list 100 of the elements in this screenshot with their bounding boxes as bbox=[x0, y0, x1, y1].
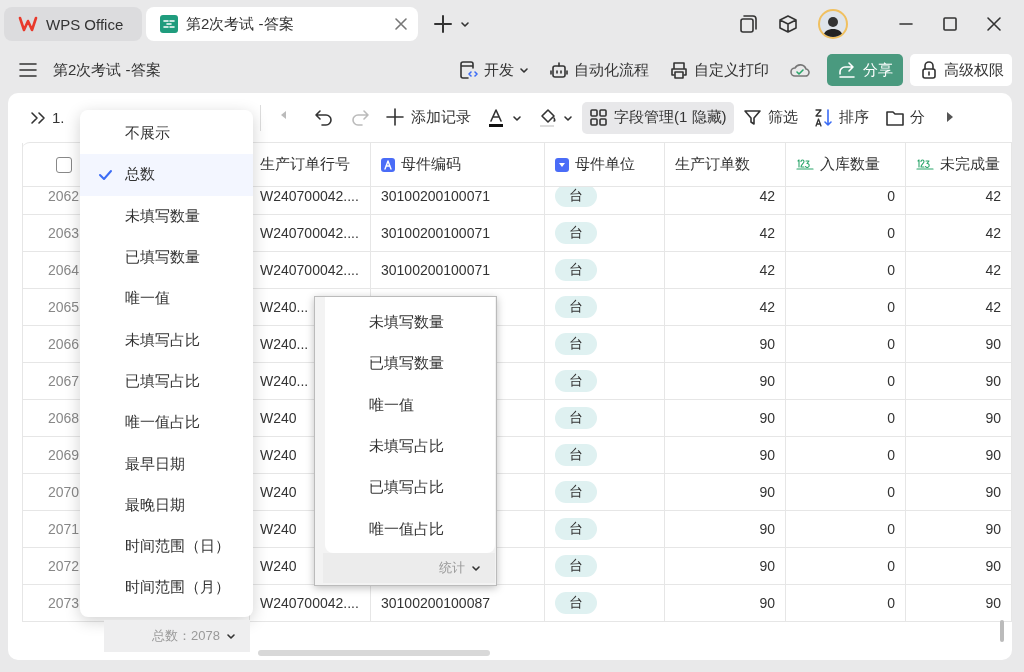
logo-icon bbox=[18, 15, 38, 33]
select-all-checkbox[interactable] bbox=[56, 156, 72, 173]
table-cell: W240700042.... bbox=[260, 262, 359, 278]
table-cell: 0 bbox=[887, 521, 895, 537]
table-cell: W240... bbox=[260, 336, 309, 352]
option-tag: 台 bbox=[555, 555, 597, 577]
caret-icon bbox=[519, 65, 529, 75]
menu-item[interactable]: 已填写数量 bbox=[325, 343, 495, 385]
table-cell: 0 bbox=[887, 188, 895, 204]
menu-item[interactable]: 时间范围（日） bbox=[80, 525, 253, 568]
menu-item[interactable]: 不展示 bbox=[80, 113, 253, 155]
menu-item[interactable]: 唯一值占比 bbox=[325, 508, 495, 550]
row-number: 2068 bbox=[48, 410, 80, 426]
table-cell: 0 bbox=[887, 336, 895, 352]
table-cell: W240... bbox=[260, 299, 309, 315]
column-header[interactable]: 母件编码 bbox=[371, 143, 545, 186]
table-cell: 90 bbox=[759, 484, 775, 500]
tab[interactable]: WPS Office bbox=[4, 7, 142, 41]
toolbar-button[interactable]: 自动化流程 bbox=[549, 60, 649, 80]
toolbar-button[interactable]: 自定义打印 bbox=[669, 60, 769, 80]
table-cell: 0 bbox=[887, 558, 895, 574]
menu-item[interactable]: 总数 bbox=[80, 154, 253, 196]
menu-item[interactable]: 唯一值占比 bbox=[80, 402, 253, 444]
table-cell: 0 bbox=[887, 262, 895, 278]
table-cell: 30100200100087 bbox=[381, 595, 490, 611]
menu-icon[interactable] bbox=[19, 62, 37, 78]
row-number: 2062 bbox=[48, 188, 80, 204]
table-cell: W240700042.... bbox=[260, 188, 359, 204]
menu-item[interactable]: 未填写数量 bbox=[325, 302, 495, 344]
robot-icon bbox=[549, 61, 569, 79]
table-cell: 0 bbox=[887, 484, 895, 500]
scrollbar[interactable] bbox=[258, 650, 490, 656]
table-cell: 90 bbox=[759, 558, 775, 574]
table-cell: 0 bbox=[887, 447, 895, 463]
menu-item[interactable]: 唯一值 bbox=[80, 278, 253, 320]
window-copy-icon[interactable] bbox=[739, 14, 758, 34]
table-cell: W240 bbox=[260, 447, 297, 463]
toolbar-button[interactable]: 开发 bbox=[459, 60, 529, 80]
table-cell: 42 bbox=[985, 188, 1001, 204]
caret-icon[interactable] bbox=[460, 19, 470, 29]
option-tag: 台 bbox=[555, 481, 597, 503]
table-cell: 42 bbox=[759, 188, 775, 204]
menu-item[interactable]: 未填写占比 bbox=[80, 319, 253, 361]
number-field-icon bbox=[796, 157, 814, 172]
close-icon[interactable] bbox=[986, 16, 1002, 32]
share-icon bbox=[837, 61, 857, 79]
scrollbar[interactable] bbox=[1000, 620, 1004, 642]
option-tag: 台 bbox=[555, 444, 597, 466]
menu-item[interactable]: 最晚日期 bbox=[80, 484, 253, 526]
menu-item[interactable]: 已填写占比 bbox=[325, 467, 495, 509]
table-cell: 90 bbox=[759, 410, 775, 426]
table-cell: 90 bbox=[985, 595, 1001, 611]
add-tab-icon[interactable] bbox=[434, 15, 452, 33]
menu-item[interactable]: 未填写占比 bbox=[325, 425, 495, 468]
table-cell: 90 bbox=[985, 484, 1001, 500]
permissions-button[interactable]: 高级权限 bbox=[910, 54, 1012, 86]
maximize-icon[interactable] bbox=[942, 16, 958, 32]
table-cell: 42 bbox=[985, 225, 1001, 241]
menu-item[interactable]: 唯一值 bbox=[325, 384, 495, 426]
close-icon[interactable] bbox=[394, 17, 408, 31]
text-field-icon bbox=[381, 157, 395, 172]
toolbar-button[interactable]: 添加记录 bbox=[379, 101, 478, 134]
toolbar-button[interactable]: 筛选 bbox=[735, 101, 805, 134]
toolbar-button[interactable]: 排序 bbox=[806, 101, 876, 134]
toolbar-button[interactable]: 字段管理(1 隐藏) bbox=[582, 101, 734, 134]
table-cell: 90 bbox=[759, 447, 775, 463]
caret-icon bbox=[471, 563, 481, 573]
tab[interactable]: 第2次考试 -答案 bbox=[146, 7, 418, 41]
plus-icon bbox=[386, 107, 406, 128]
grid-icon bbox=[589, 107, 609, 128]
toolbar-button[interactable]: 分 bbox=[877, 101, 932, 134]
table-cell: 90 bbox=[985, 373, 1001, 389]
menu-item[interactable]: 时间范围（月） bbox=[80, 567, 253, 609]
cube-icon[interactable] bbox=[778, 14, 798, 34]
menu-item[interactable]: 已填写数量 bbox=[80, 236, 253, 279]
column-header[interactable]: 生产订单数 bbox=[665, 143, 786, 186]
table-cell: W240 bbox=[260, 558, 297, 574]
column-header[interactable]: 未完成量 bbox=[906, 143, 1012, 186]
code-window-icon bbox=[459, 60, 479, 80]
table-cell: W240 bbox=[260, 521, 297, 537]
option-tag: 台 bbox=[555, 592, 597, 614]
option-tag: 台 bbox=[555, 370, 597, 392]
table-cell: W240 bbox=[260, 410, 297, 426]
filter-icon bbox=[742, 107, 763, 128]
row-number: 2072 bbox=[48, 558, 80, 574]
table-cell: W240700042.... bbox=[260, 595, 359, 611]
menu-item[interactable]: 最早日期 bbox=[80, 443, 253, 485]
table-cell: 0 bbox=[887, 299, 895, 315]
table-cell: 90 bbox=[985, 336, 1001, 352]
table-cell: 90 bbox=[985, 521, 1001, 537]
expand-sidebar-icon[interactable] bbox=[30, 109, 46, 126]
column-header[interactable]: 母件单位 bbox=[545, 143, 665, 186]
dropdown-field-icon bbox=[555, 157, 569, 172]
column-header[interactable]: 入库数量 bbox=[786, 143, 906, 186]
menu-item[interactable]: 已填写占比 bbox=[80, 360, 253, 403]
menu-item[interactable]: 未填写数量 bbox=[80, 195, 253, 237]
row-number: 2069 bbox=[48, 447, 80, 463]
row-number: 2065 bbox=[48, 299, 80, 315]
number-field-icon bbox=[916, 157, 934, 172]
avatar[interactable] bbox=[818, 9, 848, 39]
